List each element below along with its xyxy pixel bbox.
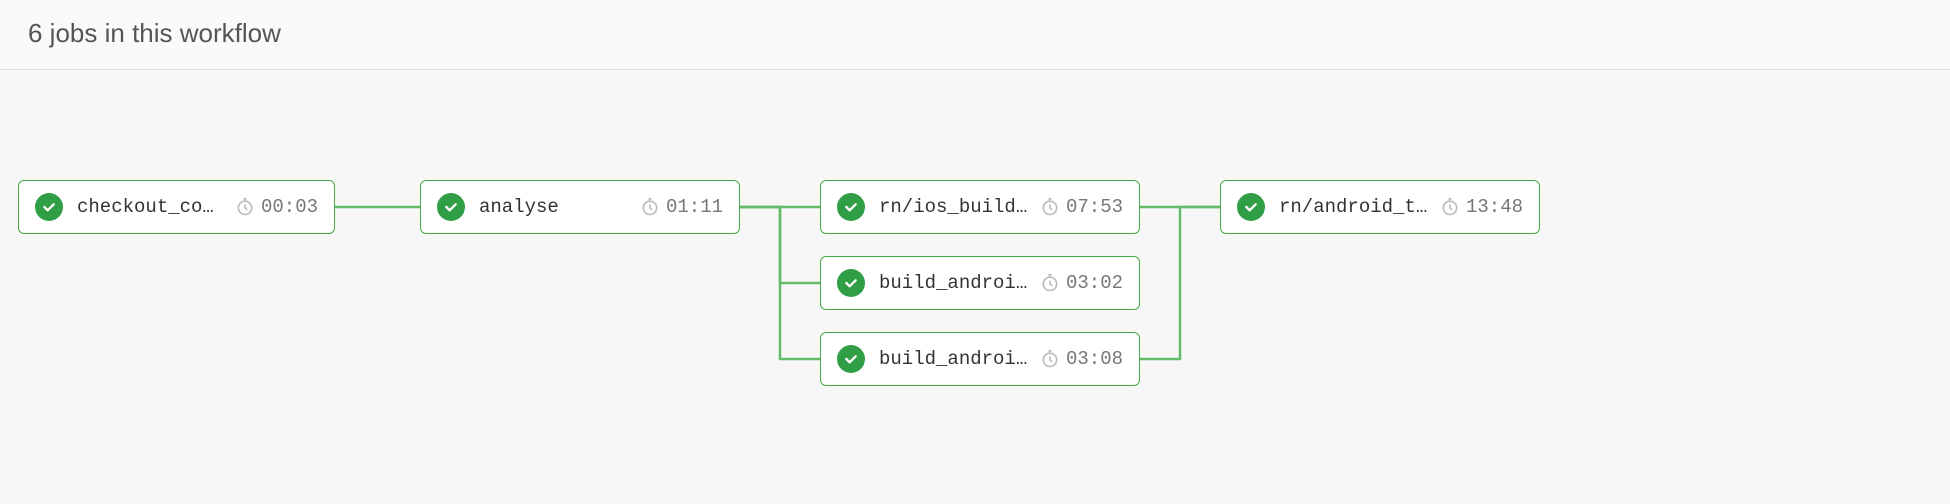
job-node-build-android-2[interactable]: build_androi… 03:08 xyxy=(820,332,1140,386)
job-timer: 07:53 xyxy=(1040,196,1123,218)
clock-icon xyxy=(1040,349,1060,369)
job-name: analyse xyxy=(479,196,630,218)
job-name: build_androi… xyxy=(879,272,1030,294)
success-check-icon xyxy=(437,193,465,221)
job-timer: 13:48 xyxy=(1440,196,1523,218)
job-duration: 03:08 xyxy=(1066,348,1123,370)
job-node-build-android-1[interactable]: build_androi… 03:02 xyxy=(820,256,1140,310)
job-timer: 01:11 xyxy=(640,196,723,218)
clock-icon xyxy=(1040,273,1060,293)
job-duration: 13:48 xyxy=(1466,196,1523,218)
job-name: checkout_code xyxy=(77,196,225,218)
job-timer: 00:03 xyxy=(235,196,318,218)
job-node-android-t[interactable]: rn/android_t… 13:48 xyxy=(1220,180,1540,234)
success-check-icon xyxy=(1237,193,1265,221)
success-check-icon xyxy=(35,193,63,221)
job-timer: 03:08 xyxy=(1040,348,1123,370)
job-node-checkout-code[interactable]: checkout_code 00:03 xyxy=(18,180,335,234)
clock-icon xyxy=(1040,197,1060,217)
success-check-icon xyxy=(837,269,865,297)
clock-icon xyxy=(1440,197,1460,217)
job-name: rn/android_t… xyxy=(1279,196,1430,218)
job-timer: 03:02 xyxy=(1040,272,1123,294)
workflow-title: 6 jobs in this workflow xyxy=(28,18,281,48)
success-check-icon xyxy=(837,345,865,373)
clock-icon xyxy=(235,197,255,217)
job-name: rn/ios_build… xyxy=(879,196,1030,218)
success-check-icon xyxy=(837,193,865,221)
job-node-ios-build[interactable]: rn/ios_build… 07:53 xyxy=(820,180,1140,234)
job-duration: 01:11 xyxy=(666,196,723,218)
job-duration: 00:03 xyxy=(261,196,318,218)
job-duration: 03:02 xyxy=(1066,272,1123,294)
job-duration: 07:53 xyxy=(1066,196,1123,218)
job-name: build_androi… xyxy=(879,348,1030,370)
clock-icon xyxy=(640,197,660,217)
workflow-canvas[interactable]: checkout_code 00:03 analyse 01:11 rn/ios… xyxy=(0,70,1950,504)
workflow-header: 6 jobs in this workflow xyxy=(0,0,1950,70)
job-node-analyse[interactable]: analyse 01:11 xyxy=(420,180,740,234)
